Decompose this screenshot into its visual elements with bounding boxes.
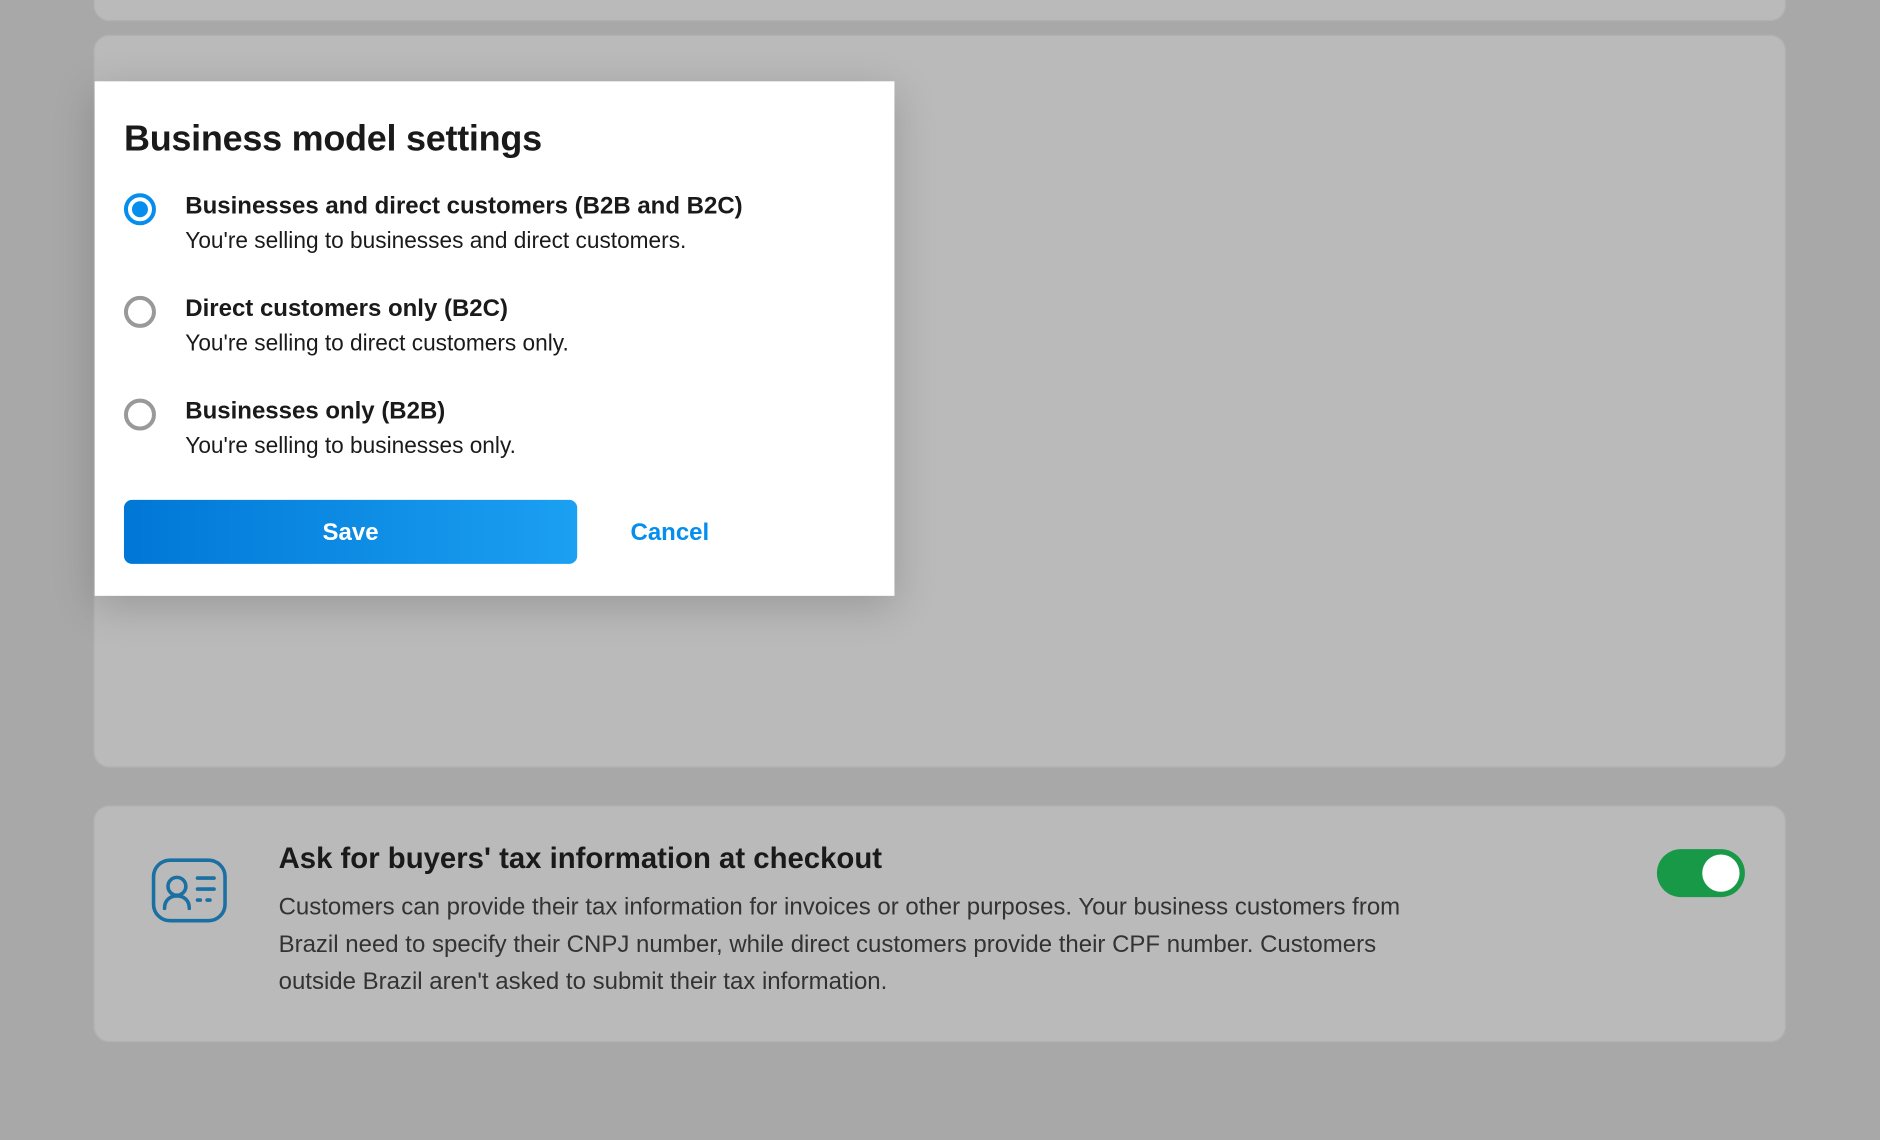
tax-info-card: Ask for buyers' tax information at check… — [93, 805, 1786, 1042]
radio-icon — [124, 193, 156, 225]
business-model-card: Business model settings Businesses and d… — [93, 35, 1786, 768]
radio-label: Businesses and direct customers (B2B and… — [185, 192, 865, 220]
radio-option-b2b[interactable]: Businesses only (B2B) You're selling to … — [124, 397, 865, 460]
radio-option-b2c[interactable]: Direct customers only (B2C) You're selli… — [124, 295, 865, 358]
radio-option-b2b-b2c[interactable]: Businesses and direct customers (B2B and… — [124, 192, 865, 255]
save-button[interactable]: Save — [124, 500, 577, 564]
tax-section-title: Ask for buyers' tax information at check… — [279, 841, 1612, 876]
radio-label: Direct customers only (B2C) — [185, 295, 865, 323]
radio-description: You're selling to businesses only. — [185, 433, 865, 460]
radio-icon — [124, 296, 156, 328]
modal-title: Business model settings — [124, 119, 865, 160]
previous-card-remnant — [93, 0, 1786, 21]
business-model-modal: Business model settings Businesses and d… — [95, 81, 895, 596]
radio-description: You're selling to businesses and direct … — [185, 228, 865, 255]
id-card-icon — [145, 846, 233, 934]
tax-section-description: Customers can provide their tax informat… — [279, 889, 1439, 1001]
toggle-knob — [1702, 854, 1739, 891]
radio-label: Businesses only (B2B) — [185, 397, 865, 425]
radio-icon — [124, 399, 156, 431]
tax-info-toggle[interactable] — [1657, 849, 1745, 897]
cancel-button[interactable]: Cancel — [631, 518, 710, 546]
radio-description: You're selling to direct customers only. — [185, 331, 865, 358]
